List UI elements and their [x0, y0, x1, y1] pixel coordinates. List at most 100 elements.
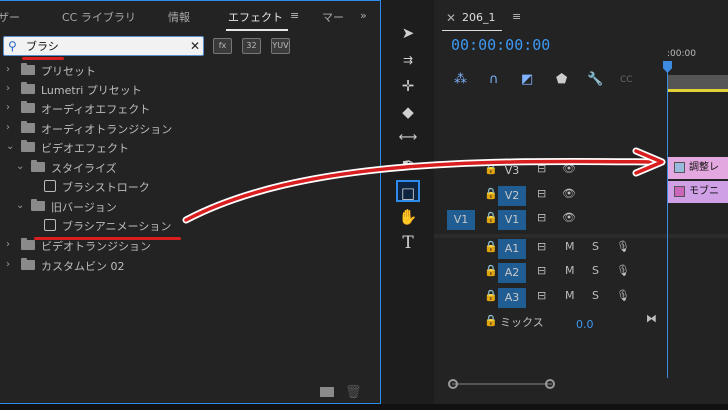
timeline-horizontal-scrollbar[interactable]: [444, 379, 728, 389]
tree-item-audio-effects[interactable]: › オーディオエフェクト: [0, 99, 378, 118]
wrench-icon[interactable]: 🔧: [587, 72, 603, 87]
32bit-filter-button[interactable]: 32: [242, 38, 261, 54]
sequence-tab-title[interactable]: 206_1: [462, 11, 496, 24]
chevron-right-icon[interactable]: ›: [6, 83, 10, 94]
tree-item-obsolete[interactable]: ⌄ 旧バージョン: [0, 197, 378, 216]
tab-overflow-icon[interactable]: »: [360, 9, 367, 22]
mix-volume-value[interactable]: 0.0: [576, 318, 594, 331]
mute-button[interactable]: M: [565, 240, 575, 253]
microphone-icon[interactable]: 🎙: [616, 240, 630, 253]
tab-cc-libraries[interactable]: CC ライブラリ: [62, 9, 136, 25]
track-target-v2[interactable]: V2: [498, 186, 526, 206]
slip-tool-icon[interactable]: ⟷: [396, 127, 420, 149]
nest-sequence-icon[interactable]: ⁂: [454, 72, 467, 87]
tree-item-video-effects[interactable]: ⌄ ビデオエフェクト: [0, 138, 378, 157]
track-target-a3[interactable]: A3: [498, 288, 526, 308]
sync-lock-icon[interactable]: ⊟: [537, 187, 546, 200]
chevron-right-icon[interactable]: ›: [6, 259, 10, 270]
tree-item-stylize[interactable]: ⌄ スタイライズ: [0, 158, 378, 177]
effects-search-input[interactable]: [26, 38, 186, 54]
snap-magnet-icon[interactable]: ∩: [489, 72, 499, 87]
lock-icon[interactable]: 🔒: [484, 162, 498, 175]
tree-item-label: ブラシストローク: [62, 181, 150, 194]
folder-icon: [21, 258, 35, 270]
scroll-handle-right[interactable]: [545, 379, 555, 389]
yuv-filter-button[interactable]: YUV: [271, 38, 290, 54]
tree-item-lumetri-presets[interactable]: › Lumetri プリセット: [0, 80, 378, 99]
microphone-icon[interactable]: 🎙: [616, 264, 630, 277]
lock-icon[interactable]: 🔒: [484, 314, 498, 327]
tree-item-brush-animation[interactable]: ブラシアニメーション: [0, 216, 378, 235]
close-icon[interactable]: ✕: [446, 11, 456, 25]
razor-tool-icon[interactable]: ◆: [396, 101, 420, 123]
work-area-bar[interactable]: [667, 75, 728, 89]
solo-button[interactable]: S: [592, 289, 599, 302]
sync-lock-icon[interactable]: ⊟: [537, 264, 546, 277]
pen-tool-icon[interactable]: ✒: [396, 152, 420, 174]
sync-lock-icon[interactable]: ⊟: [537, 162, 546, 175]
type-tool-icon[interactable]: T: [396, 232, 420, 254]
source-patch-v1[interactable]: V1: [447, 210, 475, 230]
tree-item-custom-bin[interactable]: › カスタムビン 02: [0, 256, 378, 275]
tab-effects[interactable]: エフェクト: [228, 9, 283, 25]
lock-icon[interactable]: 🔒: [484, 240, 498, 253]
go-to-end-icon[interactable]: ⧓: [646, 312, 657, 325]
lock-icon[interactable]: 🔒: [484, 264, 498, 277]
microphone-icon[interactable]: 🎙: [616, 289, 630, 302]
linked-selection-icon[interactable]: ◩: [521, 72, 533, 87]
tab-markers[interactable]: マー: [322, 9, 344, 25]
adjustment-layer-clip[interactable]: 調整レ: [668, 157, 728, 179]
chevron-down-icon[interactable]: ⌄: [16, 200, 24, 211]
panel-menu-icon[interactable]: ≡: [290, 9, 299, 22]
chevron-right-icon[interactable]: ›: [6, 64, 10, 75]
ripple-edit-tool-icon[interactable]: ✛: [396, 75, 420, 97]
mute-button[interactable]: M: [565, 289, 575, 302]
chevron-down-icon[interactable]: ⌄: [16, 161, 24, 172]
sync-lock-icon[interactable]: ⊟: [537, 289, 546, 302]
accelerated-effects-filter-button[interactable]: fx: [213, 38, 232, 54]
track-target-a2[interactable]: A2: [498, 263, 526, 283]
folder-icon: [31, 199, 45, 211]
folder-icon: [31, 160, 45, 172]
solo-button[interactable]: S: [592, 264, 599, 277]
eye-icon[interactable]: 👁: [562, 211, 576, 224]
tree-item-presets[interactable]: › プリセット: [0, 61, 378, 80]
title-clip[interactable]: モブニ: [668, 181, 728, 203]
add-marker-icon[interactable]: ⬟: [556, 72, 567, 87]
chevron-right-icon[interactable]: ›: [6, 122, 10, 133]
chevron-down-icon[interactable]: ⌄: [6, 141, 14, 152]
eye-icon[interactable]: 👁: [562, 187, 576, 200]
annotation-underline-search: [22, 57, 64, 60]
track-select-tool-icon[interactable]: ⇉: [396, 49, 420, 71]
eye-icon[interactable]: 👁: [562, 162, 576, 175]
hand-tool-icon[interactable]: ✋: [396, 206, 420, 228]
lock-icon[interactable]: 🔒: [484, 289, 498, 302]
solo-button[interactable]: S: [592, 240, 599, 253]
tab-info[interactable]: 情報: [168, 9, 190, 25]
rectangle-tool-icon[interactable]: □: [396, 180, 420, 202]
track-target-v3[interactable]: V3: [498, 161, 526, 181]
chevron-right-icon[interactable]: ›: [6, 239, 10, 250]
scrollbar-thumb[interactable]: [452, 383, 552, 385]
clear-search-icon[interactable]: ✕: [190, 39, 200, 53]
tree-item-audio-transitions[interactable]: › オーディオトランジション: [0, 119, 378, 138]
time-ruler[interactable]: :00:00: [667, 47, 728, 75]
track-target-a1[interactable]: A1: [498, 239, 526, 259]
selection-tool-icon[interactable]: ➤: [396, 22, 420, 44]
trash-icon[interactable]: 🗑: [345, 385, 362, 400]
track-target-v1[interactable]: V1: [498, 210, 526, 230]
scroll-handle-left[interactable]: [448, 379, 458, 389]
chevron-right-icon[interactable]: ›: [6, 102, 10, 113]
timecode-display[interactable]: 00:00:00:00: [451, 36, 550, 54]
tab-partial-left[interactable]: ザー: [0, 9, 20, 25]
captions-icon[interactable]: CC: [620, 75, 633, 85]
track-a1: 🔒 A1 ⊟ M S 🎙: [434, 236, 728, 261]
lock-icon[interactable]: 🔒: [484, 211, 498, 224]
mute-button[interactable]: M: [565, 264, 575, 277]
sync-lock-icon[interactable]: ⊟: [537, 211, 546, 224]
sync-lock-icon[interactable]: ⊟: [537, 240, 546, 253]
lock-icon[interactable]: 🔒: [484, 187, 498, 200]
sequence-menu-icon[interactable]: ≡: [512, 10, 521, 23]
tree-item-brush-strokes[interactable]: ブラシストローク: [0, 177, 378, 196]
new-bin-icon[interactable]: [320, 387, 334, 397]
